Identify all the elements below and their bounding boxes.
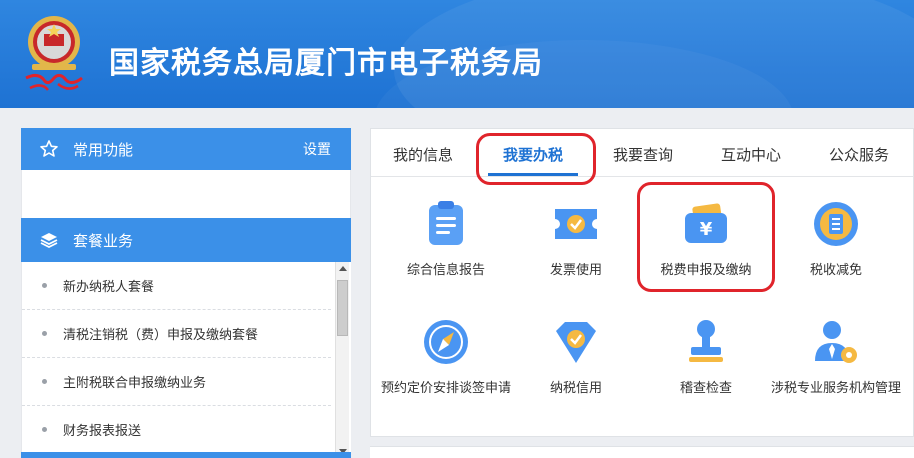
list-item[interactable]: 主附税联合申报缴纳业务 bbox=[22, 358, 331, 406]
list-item-label: 财务报表报送 bbox=[63, 424, 142, 439]
scroll-up-icon[interactable] bbox=[339, 266, 347, 271]
grid-item-label: 稽查检查 bbox=[679, 381, 732, 396]
list-item[interactable]: 清税注销税（费）申报及缴纳套餐 bbox=[22, 310, 331, 358]
common-functions-body bbox=[21, 170, 351, 218]
scroll-thumb[interactable] bbox=[337, 280, 348, 336]
common-functions-label: 常用功能 bbox=[73, 140, 134, 159]
grid-item-invoice[interactable]: 发票使用 bbox=[511, 199, 641, 281]
grid-item-pricing-arrangement[interactable]: 预约定价安排谈签申请 bbox=[381, 317, 511, 399]
site-title: 国家税务总局厦门市电子税务局 bbox=[109, 46, 543, 81]
list-item[interactable]: 新办纳税人套餐 bbox=[22, 262, 331, 310]
package-list: 新办纳税人套餐 清税注销税（费）申报及缴纳套餐 主附税联合申报缴纳业务 财务报表… bbox=[21, 262, 351, 458]
grid-item-label: 税费申报及缴纳 bbox=[660, 263, 752, 278]
grid-item-agent-management[interactable]: 涉税专业服务机构管理 bbox=[771, 317, 901, 399]
grid-item-label: 纳税信用 bbox=[549, 381, 602, 396]
credit-shield-icon bbox=[556, 322, 596, 363]
list-item-label: 新办纳税人套餐 bbox=[63, 280, 155, 295]
common-functions-header: 常用功能 设置 bbox=[21, 128, 351, 170]
grid-item-label: 税收减免 bbox=[809, 263, 862, 278]
tab-query[interactable]: 我要查询 bbox=[613, 144, 673, 165]
tab-bar: 我的信息 我要办税 我要查询 互动中心 公众服务 bbox=[371, 129, 913, 177]
star-icon bbox=[40, 140, 58, 157]
package-business-header: 套餐业务 bbox=[21, 218, 351, 262]
agent-gear-icon bbox=[815, 321, 857, 363]
site-header: 国家税务总局厦门市电子税务局 bbox=[0, 0, 914, 108]
grid-item-inspection[interactable]: 稽查检查 bbox=[641, 317, 771, 399]
tab-highlight-box bbox=[476, 133, 596, 185]
invoice-ticket-icon bbox=[555, 209, 597, 239]
grid-item-tax-credit[interactable]: 纳税信用 bbox=[511, 317, 641, 399]
list-item-label: 主附税联合申报缴纳业务 bbox=[63, 376, 207, 391]
list-item-label: 清税注销税（费）申报及缴纳套餐 bbox=[63, 328, 259, 343]
tax-coin-icon bbox=[814, 202, 858, 246]
clipboard-report-icon bbox=[429, 201, 463, 245]
grid-item-label: 综合信息报告 bbox=[406, 263, 485, 278]
tab-interaction[interactable]: 互动中心 bbox=[721, 144, 781, 165]
settings-link[interactable]: 设置 bbox=[303, 139, 331, 159]
grid-item-tax-relief[interactable]: 税收减免 bbox=[771, 199, 901, 281]
tab-my-info[interactable]: 我的信息 bbox=[393, 144, 453, 165]
layers-icon bbox=[40, 233, 58, 249]
grid-item-declare-pay[interactable]: ¥ 税费申报及缴纳 bbox=[641, 199, 771, 281]
left-sidebar: 常用功能 设置 套餐业务 新办纳税人套餐 清税注销税（费）申报及缴纳套餐 主附税… bbox=[21, 128, 351, 458]
compass-icon bbox=[424, 320, 468, 364]
yuan-wallet-icon: ¥ bbox=[685, 203, 727, 243]
grid-item-label: 涉税专业服务机构管理 bbox=[771, 381, 902, 396]
list-item[interactable]: 财务报表报送 bbox=[22, 406, 331, 454]
next-panel-edge bbox=[370, 446, 914, 458]
stamp-inspection-icon bbox=[689, 320, 723, 362]
grid-item-label: 预约定价安排谈签申请 bbox=[381, 381, 512, 396]
list-scrollbar[interactable] bbox=[335, 262, 349, 458]
svg-text:¥: ¥ bbox=[700, 219, 713, 240]
main-panel: 我的信息 我要办税 我要查询 互动中心 公众服务 综合信息报告 发票使用 ¥ 税… bbox=[370, 128, 914, 437]
tab-public-service[interactable]: 公众服务 bbox=[829, 144, 889, 165]
grid-item-info-report[interactable]: 综合信息报告 bbox=[381, 199, 511, 281]
package-business-label: 套餐业务 bbox=[73, 231, 134, 250]
grid-item-label: 发票使用 bbox=[549, 263, 602, 278]
next-section-header bbox=[21, 452, 351, 458]
national-tax-emblem-icon bbox=[25, 16, 83, 91]
